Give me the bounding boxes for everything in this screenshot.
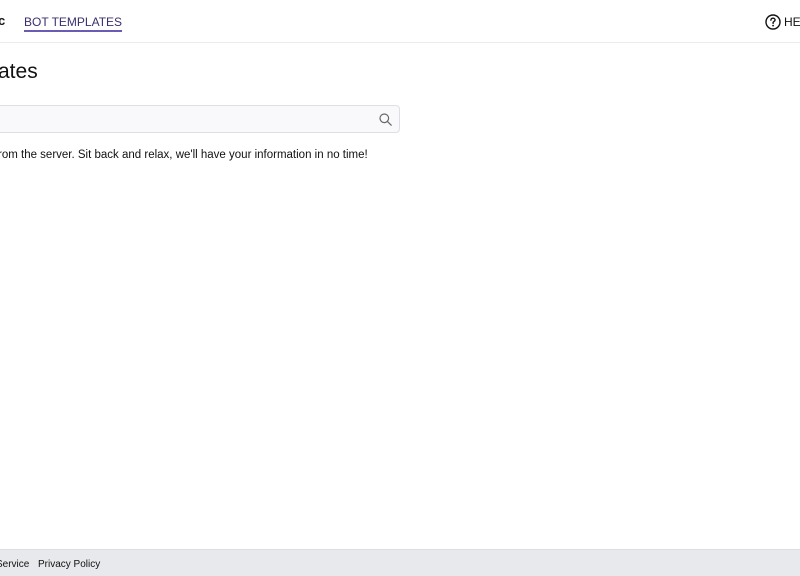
top-navbar: c BOT TEMPLATES HEI	[0, 0, 800, 43]
footer: Service Privacy Policy	[0, 549, 800, 576]
nav-tab-bot-templates[interactable]: BOT TEMPLATES	[24, 15, 123, 32]
loading-message: rom the server. Sit back and relax, we'l…	[0, 149, 368, 161]
search-field[interactable]	[0, 105, 400, 133]
page-title: ates	[0, 60, 38, 83]
search-icon[interactable]	[379, 113, 392, 131]
question-circle-icon	[765, 14, 781, 30]
privacy-policy-link[interactable]: Privacy Policy	[38, 559, 100, 570]
brand-logo[interactable]: c	[0, 13, 6, 28]
help-label: HEI	[784, 15, 800, 29]
help-button[interactable]: HEI	[765, 13, 800, 31]
terms-of-service-link[interactable]: Service	[0, 559, 29, 570]
search-input[interactable]	[0, 106, 361, 132]
